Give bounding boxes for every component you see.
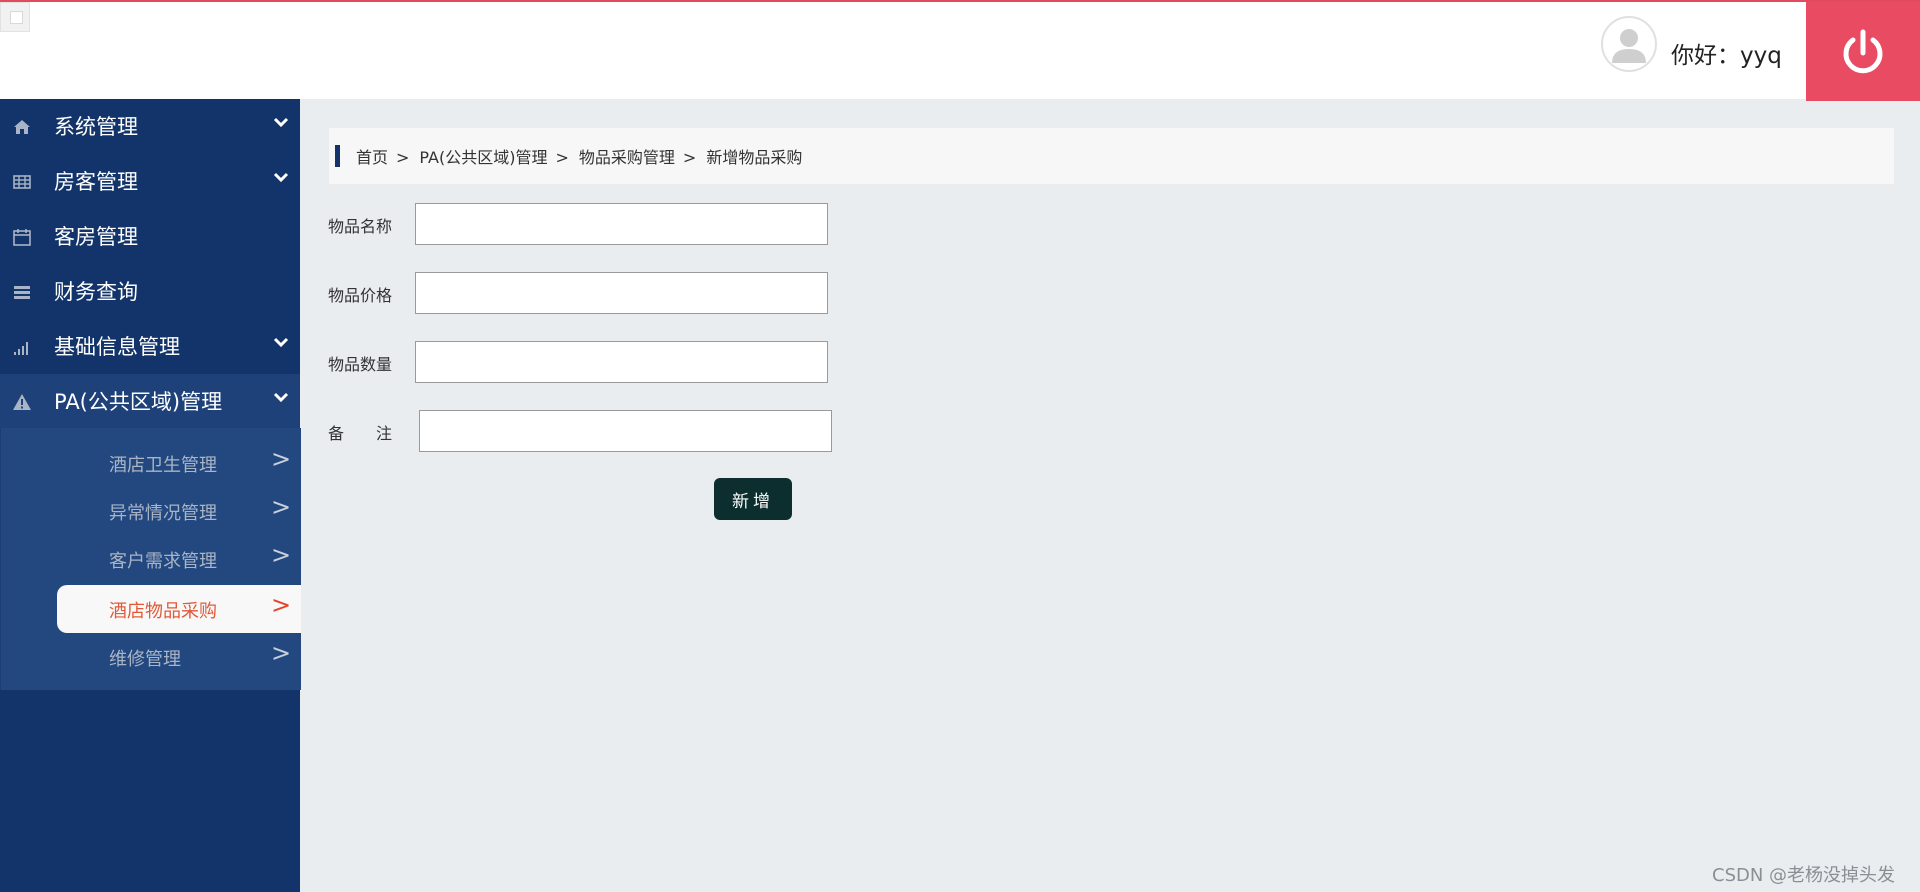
submenu-item-maintenance[interactable]: 维修管理 > [1, 633, 301, 681]
watermark: CSDN @老杨没掉头发 [1712, 865, 1896, 886]
signal-icon [14, 342, 28, 355]
breadcrumb-separator: > [396, 148, 410, 167]
breadcrumb-pa[interactable]: PA(公共区域)管理 [419, 144, 547, 168]
window-menu-icon[interactable] [0, 2, 30, 32]
breadcrumb-procurement[interactable]: 物品采购管理 [579, 144, 675, 168]
breadcrumb-separator: > [682, 148, 697, 167]
sidebar-item-pa[interactable]: PA(公共区域)管理 [0, 374, 300, 429]
breadcrumb-separator: > [555, 148, 569, 167]
chevron-down-icon [273, 392, 289, 403]
chevron-right-icon: > [271, 445, 292, 473]
chevron-down-icon [273, 172, 289, 183]
chevron-down-icon [273, 337, 289, 348]
logout-button[interactable] [1806, 2, 1920, 101]
chevron-right-icon: > [271, 541, 292, 569]
submenu-item-label: 酒店卫生管理 [109, 455, 217, 476]
breadcrumb: 首页 > PA(公共区域)管理 > 物品采购管理 > 新增物品采购 [329, 128, 1894, 184]
sidebar-item-label: PA(公共区域)管理 [54, 390, 223, 414]
user-greeting: 你好：yyq [1671, 43, 1782, 69]
home-icon [14, 120, 30, 134]
chevron-right-icon: > [271, 493, 292, 521]
item-price-label: 物品价格 [328, 286, 393, 305]
submenu-item-label: 维修管理 [109, 649, 181, 670]
item-quantity-input[interactable] [415, 341, 828, 383]
breadcrumb-current: 新增物品采购 [706, 148, 803, 167]
sidebar-item-label: 系统管理 [54, 115, 138, 139]
item-name-label: 物品名称 [328, 217, 393, 236]
sidebar-item-system[interactable]: 系统管理 [0, 99, 300, 154]
calendar-icon [13, 229, 31, 246]
remarks-input[interactable] [419, 410, 832, 452]
power-icon [1843, 29, 1883, 73]
chevron-down-icon [273, 117, 289, 128]
breadcrumb-home[interactable]: 首页 [356, 144, 388, 168]
submenu-item-customer-needs[interactable]: 客户需求管理 > [1, 535, 301, 583]
chevron-right-icon: > [271, 591, 292, 619]
sidebar-item-basic-info[interactable]: 基础信息管理 [0, 319, 300, 374]
sidebar-item-finance[interactable]: 财务查询 [0, 264, 300, 319]
chevron-right-icon: > [271, 639, 292, 667]
user-avatar-icon[interactable] [1601, 16, 1657, 72]
submenu-item-label: 异常情况管理 [109, 503, 217, 524]
item-quantity-label: 物品数量 [328, 355, 393, 374]
breadcrumb-marker [335, 145, 340, 167]
sidebar-item-guests[interactable]: 房客管理 [0, 154, 300, 209]
submenu-item-procurement[interactable]: 酒店物品采购 > [1, 585, 301, 633]
warning-icon [13, 394, 31, 410]
submenu-item-exceptions[interactable]: 异常情况管理 > [1, 487, 301, 535]
remarks-label: 备 注 [328, 424, 393, 443]
sidebar-item-label: 财务查询 [54, 280, 138, 304]
submenu-item-hygiene[interactable]: 酒店卫生管理 > [1, 439, 301, 487]
add-button[interactable]: 新增 [714, 478, 792, 520]
submenu-item-label: 酒店物品采购 [109, 601, 217, 622]
item-name-input[interactable] [415, 203, 828, 245]
pa-submenu: 酒店卫生管理 > 异常情况管理 > 客户需求管理 > 酒店物品采购 > 维修管理… [0, 428, 301, 690]
server-icon [14, 286, 30, 299]
sidebar-item-label: 基础信息管理 [54, 335, 180, 359]
table-icon [13, 175, 31, 189]
submenu-item-label: 客户需求管理 [109, 551, 217, 572]
sidebar-item-rooms[interactable]: 客房管理 [0, 209, 300, 264]
sidebar-item-label: 客房管理 [54, 225, 138, 249]
item-price-input[interactable] [415, 272, 828, 314]
sidebar-item-label: 房客管理 [54, 170, 138, 194]
